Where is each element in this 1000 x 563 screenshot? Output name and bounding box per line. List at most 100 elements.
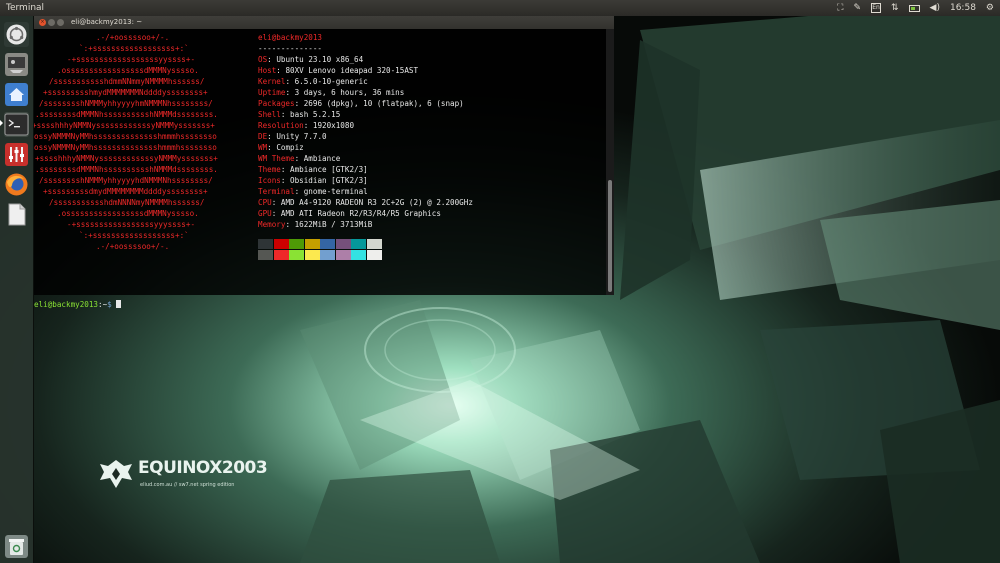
logo-subtitle: eliud.com.au // sw7.net spring edition <box>140 482 235 488</box>
home-folder-icon <box>5 83 28 106</box>
info-key: Host <box>258 66 277 75</box>
palette-swatch <box>289 250 304 260</box>
text-cursor <box>116 300 122 308</box>
top-panel: Terminal ⛶ ✎ En ⇅ ◀) 16:58 ⚙ <box>0 0 1000 16</box>
palette-swatch <box>351 239 366 249</box>
launcher-firefox[interactable] <box>4 172 29 197</box>
launcher-running-indicator <box>0 120 3 126</box>
launcher-files[interactable] <box>4 82 29 107</box>
ascii-logo-line: `:+ssssssssssssssssss+:` <box>79 44 189 53</box>
ascii-logo-line: /sssssssshNMMMyhhyyyyhmNMMMNhssssssss/ <box>39 99 213 108</box>
info-key: DE <box>258 132 268 141</box>
palette-swatch <box>304 239 320 249</box>
palette-swatch <box>320 250 335 260</box>
user-host-header: eli@backmy2013 <box>258 33 323 42</box>
info-key: Packages <box>258 99 295 108</box>
palette-swatch <box>366 239 382 249</box>
maximize-button[interactable] <box>57 19 64 26</box>
info-value: Ambiance [GTK2/3] <box>290 165 368 174</box>
info-row: DE: Unity 7.7.0 <box>258 132 327 141</box>
terminal-output[interactable]: .-/+oossssoo+/-. `:+ssssssssssssssssss+:… <box>32 29 606 309</box>
info-key: WM Theme <box>258 154 295 163</box>
info-value: Unity 7.7.0 <box>276 132 327 141</box>
ascii-logo-line: .-/+oossssoo+/-. <box>96 33 170 42</box>
monitor-settings-icon <box>5 53 28 76</box>
equinox-emblem-icon <box>100 460 132 488</box>
ascii-logo-line: +sssshhhyNMMNyssssssssssssyNMMMysssssss+ <box>32 121 215 130</box>
info-row: Shell: bash 5.2.15 <box>258 110 341 119</box>
info-value: AMD A4-9120 RADEON R3 2C+2G (2) @ 2.200G… <box>280 198 473 207</box>
volume-icon[interactable]: ◀) <box>930 0 940 16</box>
scrollbar-thumb[interactable] <box>608 180 612 292</box>
info-row: Kernel: 6.5.0-10-generic <box>258 77 368 86</box>
ascii-logo-line: -+sssssssssssssssssyyyssss+- <box>67 220 196 229</box>
trash-icon <box>5 535 28 558</box>
active-app-title: Terminal <box>6 3 45 13</box>
info-row: Memory: 1622MiB / 3713MiB <box>258 220 373 229</box>
info-row: OS: Ubuntu 23.10 x86_64 <box>258 55 364 64</box>
launcher <box>0 16 34 563</box>
info-value: 3 days, 6 hours, 36 mins <box>294 88 405 97</box>
palette-swatch <box>258 250 273 260</box>
pen-icon[interactable]: ✎ <box>853 0 861 16</box>
minimize-button[interactable] <box>48 19 55 26</box>
info-row: Host: 80XV Lenovo ideapad 320-15AST <box>258 66 419 75</box>
ascii-logo-line: .ssssssssdMMMNhsssssssssshNMMMdssssssss. <box>35 110 218 119</box>
close-button[interactable]: × <box>39 19 46 26</box>
info-key: WM <box>258 143 268 152</box>
launcher-system-settings[interactable] <box>4 52 29 77</box>
info-row: WM: Compiz <box>258 143 304 152</box>
launcher-system-monitor[interactable] <box>4 142 29 167</box>
info-row: Theme: Ambiance [GTK2/3] <box>258 165 368 174</box>
launcher-trash[interactable] <box>4 534 29 559</box>
window-title: eli@backmy2013: ~ <box>71 18 143 26</box>
ascii-logo-line: .osssssssssssssssssdMMMNysssso. <box>57 66 199 75</box>
terminal-scrollbar[interactable] <box>606 29 614 295</box>
info-row: Terminal: gnome-terminal <box>258 187 368 196</box>
info-value: 1920x1080 <box>312 121 355 130</box>
launcher-text-editor[interactable] <box>4 202 29 227</box>
info-value: Compiz <box>276 143 304 152</box>
battery-icon[interactable] <box>908 4 920 12</box>
info-key: Resolution <box>258 121 304 130</box>
info-value: 80XV Lenovo ideapad 320-15AST <box>285 66 419 75</box>
info-row: WM Theme: Ambiance <box>258 154 341 163</box>
ascii-logo-line: .osssssssssssssssssdMMMNysssso. <box>57 209 199 218</box>
info-key: Kernel <box>258 77 286 86</box>
info-value: Ambiance <box>303 154 341 163</box>
info-value: 1622MiB / 3713MiB <box>294 220 373 229</box>
equinox-logo: EQUINOX2003 eliud.com.au // sw7.net spri… <box>98 458 268 494</box>
palette-swatch <box>273 239 289 249</box>
camera-icon[interactable]: ⛶ <box>837 0 843 16</box>
terminal-titlebar[interactable]: × eli@backmy2013: ~ <box>34 16 614 29</box>
ascii-logo-line: /sssssssshNMMMyhhyyyyhdNMMMNhssssssss/ <box>39 176 213 185</box>
ascii-logo-line: .ssssssssdMMMNhsssssssssshNMMMdssssssss. <box>35 165 218 174</box>
info-value: 2696 (dpkg), 10 (flatpak), 6 (snap) <box>303 99 464 108</box>
info-separator: -------------- <box>258 44 323 53</box>
palette-swatch <box>258 239 273 249</box>
info-key: Terminal <box>258 187 295 196</box>
launcher-dash[interactable] <box>4 22 29 47</box>
palette-swatch <box>289 239 304 249</box>
palette-swatch <box>351 250 366 260</box>
ascii-logo-line: .-/+oossssoo+/-. <box>96 242 170 251</box>
logo-title: EQUINOX2003 <box>138 458 268 478</box>
ubuntu-logo-icon <box>6 24 27 45</box>
shell-prompt[interactable]: eli@backmy2013:~$ <box>34 299 122 310</box>
prompt-path: :~ <box>98 300 108 309</box>
network-icon[interactable]: ⇅ <box>891 0 899 16</box>
clock[interactable]: 16:58 <box>950 0 976 16</box>
palette-swatch <box>304 250 320 260</box>
terminal-icon <box>4 113 29 136</box>
ascii-logo-line: -+ssssssssssssssssssyyssss+- <box>67 55 196 64</box>
prompt-user-host: eli@backmy2013 <box>34 300 99 309</box>
gear-icon[interactable]: ⚙ <box>986 0 994 16</box>
palette-swatch <box>335 239 351 249</box>
launcher-terminal[interactable] <box>4 112 29 137</box>
info-row: Icons: Obsidian [GTK2/3] <box>258 176 368 185</box>
ascii-logo-line: +sssssssssdmydMMMMMMMMddddyssssssss+ <box>43 187 208 196</box>
keyboard-layout-indicator[interactable]: En <box>871 3 881 13</box>
palette-swatch <box>366 250 382 260</box>
info-key: OS <box>258 55 268 64</box>
terminal-window[interactable]: × eli@backmy2013: ~ .-/+oossssoo+/-. `:+… <box>32 16 614 309</box>
